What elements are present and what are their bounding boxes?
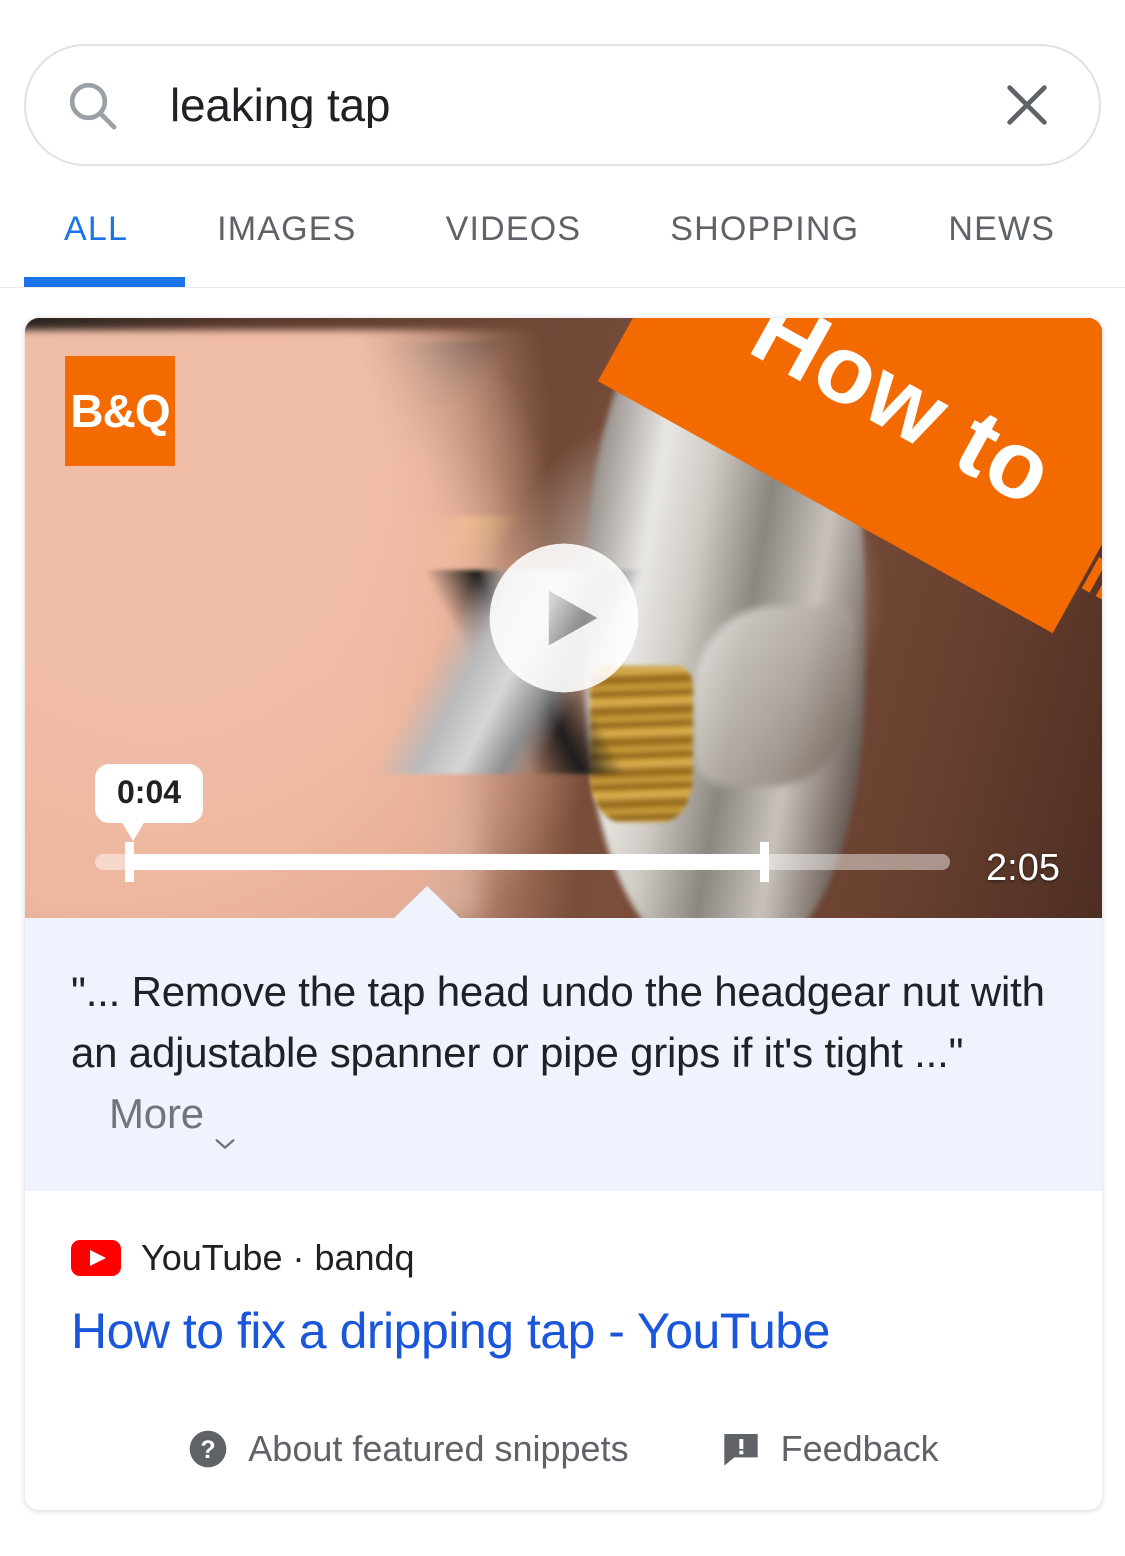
tab-images[interactable]: IMAGES <box>217 200 356 249</box>
chevron-down-icon <box>214 1107 236 1150</box>
tab-shopping[interactable]: SHOPPING <box>670 200 859 249</box>
progress-start-marker <box>125 842 134 882</box>
tab-all[interactable]: ALL <box>64 200 128 249</box>
youtube-icon <box>71 1239 121 1276</box>
progress-end-marker <box>760 842 769 882</box>
close-icon[interactable] <box>1001 79 1053 131</box>
video-thumbnail[interactable]: B&Q How to 0:04 2:05 <box>25 318 1102 918</box>
video-duration: 2:05 <box>986 847 1060 889</box>
help-circle-icon: ? <box>188 1429 228 1469</box>
source-label: YouTube · bandq <box>141 1236 415 1278</box>
tabs-divider <box>0 287 1125 288</box>
about-featured-snippets-label: About featured snippets <box>248 1427 629 1469</box>
feedback-button[interactable]: Feedback <box>721 1428 939 1470</box>
tab-videos[interactable]: VIDEOS <box>446 200 582 249</box>
card-footer: ? About featured snippets Feedback <box>25 1428 1102 1470</box>
feedback-icon <box>721 1429 761 1469</box>
svg-text:?: ? <box>201 1436 216 1464</box>
featured-snippet-card: B&Q How to 0:04 2:05 "... Remove the tap… <box>25 318 1102 1510</box>
snippet-quote: "... Remove the tap head undo the headge… <box>71 968 1045 1076</box>
result-title-link[interactable]: How to fix a dripping tap - YouTube <box>25 1279 1102 1362</box>
result-source[interactable]: YouTube · bandq <box>25 1191 1102 1279</box>
feedback-label: Feedback <box>780 1427 939 1469</box>
snippet-box: "... Remove the tap head undo the headge… <box>25 886 1102 1191</box>
progress-fill <box>125 854 760 870</box>
search-bar[interactable]: leaking tap <box>24 44 1101 166</box>
tab-news[interactable]: NEWS <box>948 200 1055 249</box>
play-icon[interactable] <box>488 542 640 694</box>
bq-logo-text: B&Q <box>70 385 170 437</box>
more-label: More <box>109 1089 204 1137</box>
about-featured-snippets-button[interactable]: ? About featured snippets <box>188 1427 629 1470</box>
snippet-pointer <box>393 886 461 919</box>
active-tab-indicator <box>24 277 185 287</box>
current-time-tooltip: 0:04 <box>95 764 204 841</box>
search-icon <box>64 77 120 133</box>
search-input[interactable]: leaking tap <box>170 82 1001 128</box>
video-progress-bar[interactable] <box>95 842 950 882</box>
result-tabs: ALL IMAGES VIDEOS SHOPPING NEWS <box>0 200 1125 288</box>
more-button[interactable]: More <box>109 1084 236 1150</box>
search-results-page: leaking tap ALL IMAGES VIDEOS SHOPPING N… <box>0 0 1125 1556</box>
snippet-text: "... Remove the tap head undo the headge… <box>71 962 1048 1150</box>
bq-brand-logo: B&Q <box>65 356 175 466</box>
